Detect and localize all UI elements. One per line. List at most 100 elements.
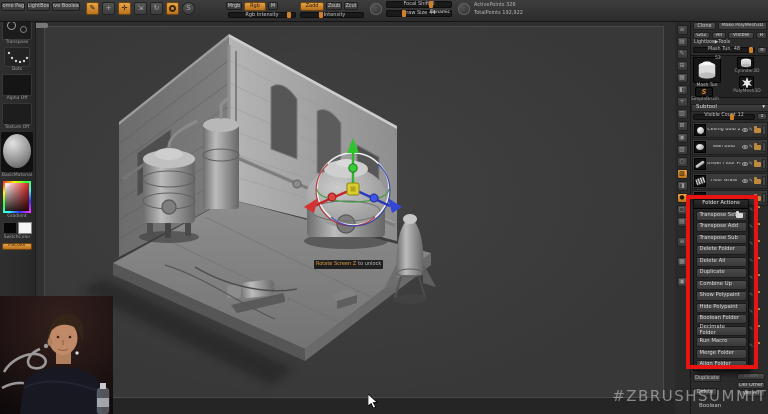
pen-icon[interactable]: ✎	[749, 208, 753, 213]
primary-color-swatch[interactable]	[3, 222, 17, 234]
popup-item-show-polypaint[interactable]: Show Polypaint	[696, 291, 747, 301]
scale-icon[interactable]: ⇲	[134, 2, 147, 15]
goz-all-button[interactable]: All	[712, 32, 726, 40]
subtool-row[interactable]: Ceiling Bulb 2 ✎	[692, 122, 768, 138]
tool-thumb-polymesh3d[interactable]	[739, 76, 754, 89]
make-polymesh3d-button[interactable]: Make PolyMesh3D	[718, 22, 767, 30]
popup-item-boolean-folder[interactable]: Boolean Folder	[696, 314, 747, 324]
pen-icon[interactable]: ✎	[749, 242, 753, 247]
pen-icon[interactable]: ✎	[749, 327, 753, 332]
draw-size-slider[interactable]: Draw Size 44 Dynamic	[386, 10, 452, 17]
rgb-toggle[interactable]: Rgb	[244, 2, 266, 11]
tray-icon-11[interactable]: ○	[677, 157, 688, 167]
rotate-icon[interactable]: ↻	[150, 2, 163, 15]
alpha-slot[interactable]	[2, 74, 32, 96]
visible-count-nub[interactable]	[730, 114, 734, 120]
popup-item-delete-all[interactable]: Delete All	[696, 257, 747, 267]
tray-icon-1[interactable]: ▤	[677, 37, 688, 47]
eye-icon[interactable]	[742, 179, 748, 183]
visible-count-slider[interactable]: Visible Count 12	[693, 114, 755, 120]
popup-item-align-folder[interactable]: Align Folder	[696, 360, 747, 370]
z-intensity-slider[interactable]: Z Intensity	[300, 12, 364, 18]
color-picker[interactable]: ◸	[3, 181, 31, 213]
pen-icon[interactable]: ✎	[749, 145, 753, 150]
subtool-insert-button[interactable]: Insert	[737, 373, 765, 380]
tray-icon-13[interactable]: ◨	[677, 181, 688, 191]
popup-item-combine-up[interactable]: Combine Up	[696, 280, 747, 290]
current-stroke-thumb[interactable]	[4, 47, 30, 67]
tray-icon-12-active[interactable]: ▨	[677, 169, 688, 179]
pen-icon[interactable]: ✎	[749, 276, 753, 281]
tray-icon-16[interactable]: ▤	[677, 217, 688, 227]
zcut-toggle[interactable]: Zcut	[344, 2, 358, 10]
pen-icon[interactable]: ✎	[749, 128, 753, 133]
mrgb-toggle[interactable]: Mrgb	[226, 2, 242, 10]
goz-r-button[interactable]: R	[756, 32, 767, 40]
row-drag-handle[interactable]	[762, 176, 766, 186]
rgb-intensity-slider[interactable]: Rgb Intensity	[228, 12, 296, 18]
pen-icon[interactable]: ✎	[749, 179, 753, 184]
tray-icon-15[interactable]: □	[677, 205, 688, 215]
popup-item-duplicate[interactable]: Duplicate	[696, 268, 747, 278]
subtool-del-other-button[interactable]: Del Other	[737, 382, 765, 389]
brush-preview-icon[interactable]	[370, 3, 382, 15]
tool-slider-nub[interactable]	[749, 47, 753, 53]
viewport-canvas[interactable]	[36, 22, 675, 414]
draw-size-nub[interactable]	[402, 10, 406, 17]
secondary-color-swatch[interactable]	[18, 222, 32, 234]
subtool-row[interactable]: Wall Bulb ✎	[692, 139, 768, 155]
subtool-section-header[interactable]: Subtool ▾	[691, 104, 768, 112]
zsub-toggle[interactable]: Zsub	[326, 2, 342, 10]
row-drag-handle[interactable]	[762, 125, 766, 135]
lightbox-button[interactable]: LightBox	[27, 2, 50, 11]
draw-icon[interactable]: +	[102, 2, 115, 15]
tray-icon-17[interactable]: ≡	[677, 237, 688, 247]
subtool-duplicate-button[interactable]: Duplicate	[693, 374, 721, 382]
clone-button[interactable]: Clone	[693, 22, 716, 30]
popup-item-transpose-sub[interactable]: Transpose Sub	[696, 234, 747, 244]
stroke-preview-icon[interactable]	[458, 3, 470, 15]
tray-icon-10[interactable]: ▧	[677, 145, 688, 155]
pen-icon[interactable]: ✎	[749, 310, 753, 315]
fill-color-button[interactable]: FillColor	[2, 243, 32, 250]
folder-icon[interactable]	[754, 128, 761, 133]
focal-shift-nub[interactable]	[429, 1, 433, 8]
tray-icon-14-active[interactable]: ●	[677, 193, 688, 203]
focal-shift-slider[interactable]: Focal Shift 0	[386, 1, 452, 8]
pen-icon[interactable]: ✎	[749, 259, 753, 264]
tool-options-button[interactable]: ≡	[757, 47, 767, 54]
tray-icon-0[interactable]: ≡	[677, 25, 688, 35]
texture-slot[interactable]	[2, 103, 32, 125]
tray-icon-3[interactable]: ⊞	[677, 61, 688, 71]
rgb-intensity-nub[interactable]	[287, 12, 291, 18]
folder-icon[interactable]	[754, 179, 761, 184]
goz-button[interactable]: GoZ	[693, 32, 710, 40]
m-toggle[interactable]: M	[268, 2, 278, 10]
tray-icon-19[interactable]: ▣	[677, 277, 688, 287]
row-drag-handle[interactable]	[762, 142, 766, 152]
tray-icon-2[interactable]: ✎	[677, 49, 688, 59]
live-boolean-button[interactable]: Live Boolean	[52, 2, 80, 11]
eye-icon[interactable]	[742, 128, 748, 132]
eye-icon[interactable]	[742, 145, 748, 149]
sculptris-pro-icon[interactable]	[166, 2, 179, 15]
popup-item-delete-folder[interactable]: Delete Folder	[696, 245, 747, 255]
subtool-row[interactable]: Floor Grate ✎	[692, 173, 768, 189]
pen-icon[interactable]: ✎	[749, 162, 753, 167]
folder-icon[interactable]	[754, 145, 761, 150]
pen-icon[interactable]: ✎	[749, 344, 753, 349]
z-intensity-nub[interactable]	[319, 12, 323, 18]
popup-item-transpose-set[interactable]: Transpose Set	[696, 211, 747, 221]
tray-icon-8[interactable]: ⊠	[677, 121, 688, 131]
subtool-del-all-button[interactable]: Del All	[737, 390, 765, 397]
folder-icon[interactable]	[754, 162, 761, 167]
tray-icon-4[interactable]: ▦	[677, 73, 688, 83]
subtool-list-options-button[interactable]: ↕	[757, 113, 767, 120]
pen-icon[interactable]: ✎	[749, 293, 753, 298]
popup-item-decimate-folder[interactable]: Decimate Folder	[696, 326, 747, 336]
tray-icon-7[interactable]: ▥	[677, 109, 688, 119]
move-icon[interactable]: ✛	[118, 2, 131, 15]
subtool-row[interactable]: Under Floor Pipe ✎	[692, 156, 768, 172]
popup-item-transpose-add[interactable]: Transpose Add	[696, 222, 747, 232]
subtool-delete-button[interactable]: Delete	[693, 388, 717, 396]
